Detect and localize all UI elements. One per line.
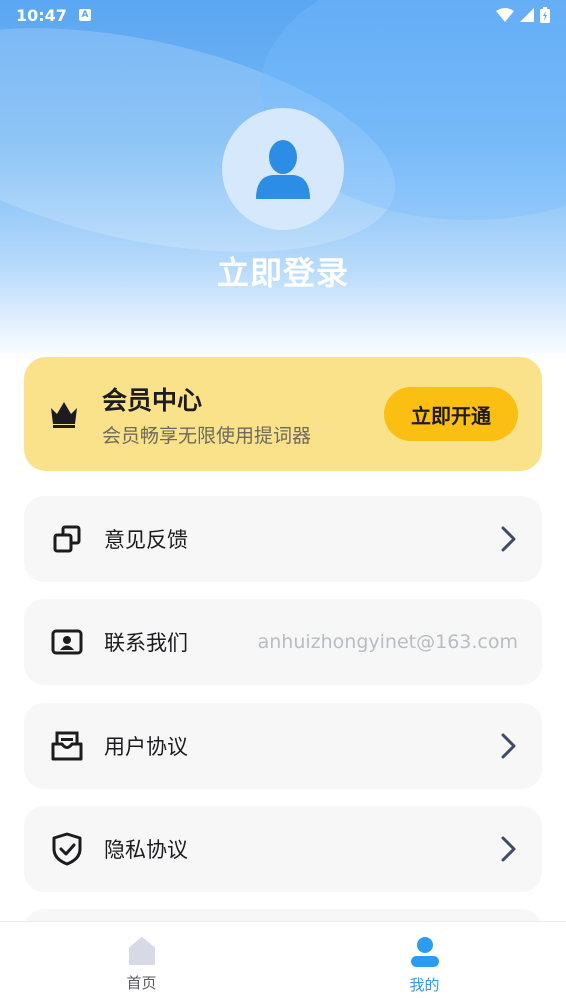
menu-item-user-agreement[interactable]: 用户协议	[24, 703, 542, 789]
wifi-icon	[496, 8, 514, 22]
battery-icon	[540, 7, 550, 23]
contact-card-icon	[50, 625, 84, 659]
menu-item-contact[interactable]: 联系我们 anhuizhongyinet@163.com	[24, 599, 542, 685]
document-tray-icon	[50, 729, 84, 763]
menu-item-feedback[interactable]: 意见反馈	[24, 496, 542, 582]
login-button[interactable]: 立即登录	[0, 248, 566, 294]
menu-item-label: 用户协议	[104, 735, 188, 759]
notification-icon: A	[78, 9, 91, 21]
status-icons	[496, 7, 550, 23]
user-icon	[410, 937, 439, 967]
status-bar: 10:47 A	[0, 0, 566, 30]
tab-home-label: 首页	[126, 974, 157, 992]
chevron-right-icon	[501, 836, 516, 862]
activate-vip-button[interactable]: 立即开通	[384, 387, 518, 441]
crown-icon	[51, 402, 77, 428]
menu-item-label: 联系我们	[104, 631, 188, 655]
vip-subtitle: 会员畅享无限使用提词器	[102, 424, 312, 447]
copy-icon	[50, 522, 84, 556]
vip-card[interactable]: 会员中心 会员畅享无限使用提词器 立即开通	[24, 357, 542, 471]
avatar[interactable]	[222, 108, 344, 230]
shield-check-icon	[50, 832, 84, 866]
home-icon	[128, 937, 155, 965]
status-time: 10:47	[16, 5, 67, 25]
vip-texts: 会员中心 会员畅享无限使用提词器	[102, 381, 311, 448]
user-icon	[256, 140, 310, 199]
menu-item-privacy[interactable]: 隐私协议	[24, 806, 542, 892]
menu-item-label: 隐私协议	[104, 838, 188, 862]
tab-mine-label: 我的	[409, 976, 440, 994]
vip-title: 会员中心	[102, 385, 203, 415]
contact-email: anhuizhongyinet@163.com	[257, 631, 518, 653]
chevron-right-icon	[501, 526, 516, 552]
tab-home[interactable]: 首页	[0, 922, 283, 1008]
signal-icon	[520, 8, 534, 22]
tab-mine[interactable]: 我的	[283, 922, 566, 1008]
chevron-right-icon	[501, 733, 516, 759]
menu-item-label: 意见反馈	[104, 528, 188, 552]
tab-bar: 首页 我的	[0, 921, 566, 1008]
